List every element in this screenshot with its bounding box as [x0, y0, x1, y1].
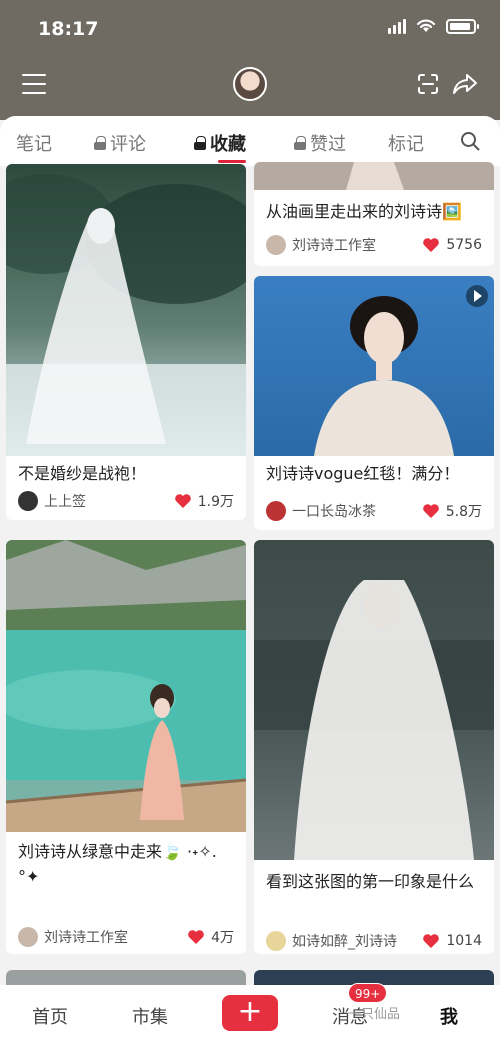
search-icon[interactable] [460, 131, 480, 151]
like-number: 5756 [446, 237, 482, 253]
like-count[interactable]: 1.9万 [174, 491, 234, 511]
tab-marked[interactable]: 标记 [388, 130, 424, 156]
tab-notes[interactable]: 笔记 [16, 130, 52, 156]
note-card[interactable]: 看到这张图的第一印象是什么 如诗如醉_刘诗诗 1014 [254, 540, 494, 954]
lock-icon [294, 136, 306, 150]
active-tab-indicator [218, 160, 246, 163]
note-meta: 刘诗诗工作室 5756 [266, 234, 482, 256]
note-cover-image [6, 164, 246, 456]
note-cover-image [254, 162, 494, 190]
tab-favorites[interactable]: 收藏 [194, 130, 246, 156]
nav-me[interactable]: 我 [440, 1003, 458, 1029]
note-cover-image [254, 276, 494, 456]
like-count[interactable]: 5.8万 [422, 501, 482, 521]
messages-badge: 99+ [348, 983, 388, 1003]
note-meta: 一口长岛冰茶 5.8万 [266, 500, 482, 522]
note-title: 不是婚纱是战袍！ [18, 464, 147, 483]
note-meta: 刘诗诗工作室 4万 [18, 926, 234, 948]
heart-icon [174, 494, 191, 508]
status-bar: 18:17 [0, 0, 500, 56]
note-title: 看到这张图的第一印象是什么 [266, 872, 475, 891]
note-cover-image [254, 540, 494, 860]
tab-label: 赞过 [310, 134, 346, 155]
signal-icon [388, 18, 406, 34]
note-meta: 如诗如醉_刘诗诗 1014 [266, 930, 482, 952]
tab-label: 评论 [110, 134, 146, 155]
author-name: 一口长岛冰茶 [292, 504, 376, 520]
author-name: 刘诗诗工作室 [44, 930, 128, 946]
note-card[interactable]: 不是婚纱是战袍！ 上上签 1.9万 [6, 164, 246, 520]
watermark: 一只仙品 [348, 1007, 401, 1022]
heart-icon [422, 504, 439, 518]
note-card[interactable]: 从油画里走出来的刘诗诗🖼️ 刘诗诗工作室 5756 [254, 162, 494, 266]
header-area: 18:17 [0, 0, 500, 120]
bottom-nav: 首页 市集 + 消息 99+ 一只仙品 我 [0, 983, 500, 1051]
note-title: 刘诗诗从绿意中走来🍃 ·˖✧.°✦ [18, 842, 217, 886]
author-avatar [266, 235, 286, 255]
like-number: 5.8万 [445, 504, 482, 520]
author-avatar [266, 931, 286, 951]
like-number: 1.9万 [197, 494, 234, 510]
menu-icon[interactable] [22, 74, 46, 94]
battery-icon [446, 18, 479, 34]
profile-navbar [0, 62, 500, 108]
author-avatar [266, 501, 286, 521]
status-time: 18:17 [38, 18, 99, 40]
share-icon[interactable] [452, 72, 478, 96]
heart-icon [188, 930, 204, 944]
profile-panel: 笔记 评论 收藏 赞过 标记 不是婚纱是战袍！ 上上签 1.9万 从油画里走出来… [0, 116, 500, 1051]
author-name: 上上签 [44, 494, 86, 510]
lock-icon [194, 136, 206, 150]
scan-icon[interactable] [416, 72, 440, 96]
author-name: 刘诗诗工作室 [292, 238, 376, 254]
note-title: 刘诗诗vogue红毯！满分！ [266, 464, 460, 483]
tab-label: 标记 [388, 134, 424, 155]
like-number: 1014 [446, 933, 482, 949]
author-avatar [18, 491, 38, 511]
note-card[interactable]: 刘诗诗从绿意中走来🍃 ·˖✧.°✦ 刘诗诗工作室 4万 [6, 540, 246, 954]
tab-comments[interactable]: 评论 [94, 130, 146, 156]
note-card[interactable]: 刘诗诗vogue红毯！满分！ 一口长岛冰茶 5.8万 [254, 276, 494, 530]
like-count[interactable]: 5756 [422, 237, 482, 253]
like-count[interactable]: 4万 [187, 927, 234, 947]
tab-liked[interactable]: 赞过 [294, 130, 346, 156]
lock-icon [94, 136, 106, 150]
heart-icon [423, 238, 440, 252]
like-count[interactable]: 1014 [422, 933, 482, 949]
author-name: 如诗如醉_刘诗诗 [292, 934, 397, 950]
publish-button[interactable]: + [222, 995, 278, 1031]
note-cover-image [6, 540, 246, 832]
avatar[interactable] [233, 67, 267, 101]
profile-tabs: 笔记 评论 收藏 赞过 标记 [0, 116, 500, 166]
heart-icon [423, 934, 440, 948]
like-number: 4万 [211, 930, 234, 946]
nav-market[interactable]: 市集 [132, 1003, 168, 1029]
tab-label: 收藏 [210, 134, 246, 155]
tab-label: 笔记 [16, 134, 52, 155]
author-avatar [18, 927, 38, 947]
wifi-icon [416, 19, 436, 32]
note-title: 从油画里走出来的刘诗诗🖼️ [266, 202, 462, 221]
nav-home[interactable]: 首页 [32, 1003, 68, 1029]
note-meta: 上上签 1.9万 [18, 490, 234, 512]
